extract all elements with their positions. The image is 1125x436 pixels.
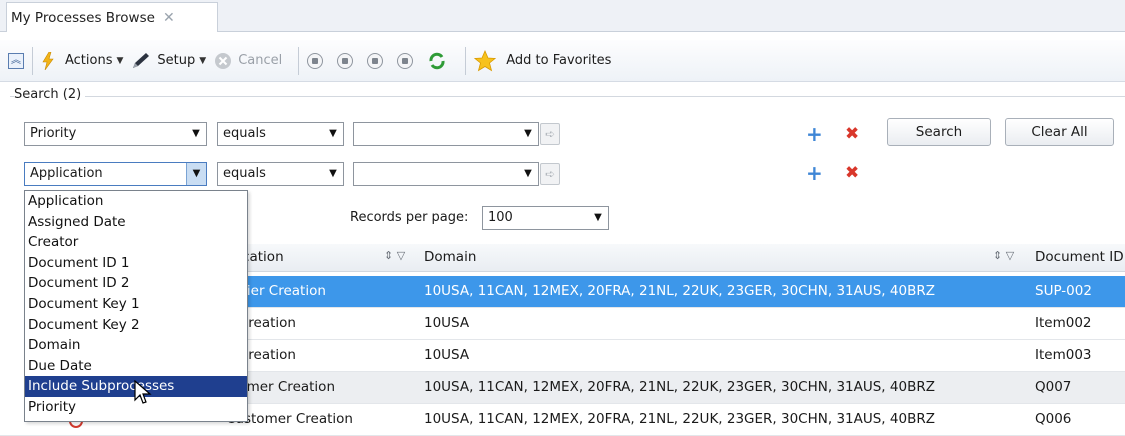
grid-left-margin (0, 190, 24, 430)
star-icon (474, 49, 497, 71)
cancel-button[interactable]: Cancel (214, 52, 282, 70)
chevron-down-icon: ▼ (594, 212, 602, 223)
search-operator-select-2[interactable]: equals ▼ (217, 162, 344, 186)
tab-title: My Processes Browse (11, 9, 155, 26)
cell-domain: 10USA (424, 347, 470, 363)
search-operator-select-1[interactable]: equals ▼ (217, 122, 344, 146)
refresh-icon[interactable] (427, 51, 447, 71)
search-field-select-1[interactable]: Priority ▼ (24, 122, 207, 146)
sort-filter-icon[interactable]: ⇕ ▽ (993, 249, 1014, 262)
setup-menu-button[interactable]: Setup ▼ (131, 52, 206, 70)
toolbar-separator (32, 46, 33, 75)
dropdown-option[interactable]: Application (25, 191, 247, 212)
previous-page-icon[interactable] (337, 52, 354, 69)
search-group-label: Search (2) (14, 87, 86, 102)
toolbar-separator (298, 46, 300, 75)
close-icon[interactable]: ✕ (163, 10, 175, 26)
dropdown-option[interactable]: Domain (25, 335, 247, 356)
actions-menu-button[interactable]: Actions ▼ (41, 51, 124, 70)
cancel-icon (215, 52, 232, 69)
cancel-label: Cancel (238, 53, 283, 68)
tab-my-processes-browse[interactable]: My Processes Browse ✕ (6, 2, 218, 32)
dropdown-option[interactable]: Document Key 1 (25, 294, 247, 315)
collapse-icon[interactable]: ︽ (8, 52, 24, 69)
toolbar-separator (465, 46, 467, 75)
records-per-page-select[interactable]: 100 ▼ (482, 206, 609, 230)
search-button[interactable]: Search (887, 118, 991, 146)
records-per-page-label: Records per page: (350, 210, 469, 225)
column-header-domain[interactable]: Domain (424, 249, 476, 265)
next-page-icon[interactable] (367, 52, 384, 69)
favorites-label: Add to Favorites (506, 53, 612, 68)
cell-domain: 10USA (424, 315, 470, 331)
clear-all-button[interactable]: Clear All (1005, 118, 1114, 146)
actions-label: Actions (65, 53, 113, 68)
remove-criteria-icon[interactable]: ✖ (845, 163, 859, 183)
dropdown-option[interactable]: Assigned Date (25, 212, 247, 233)
add-criteria-icon[interactable]: + (806, 163, 823, 183)
cell-domain: 10USA, 11CAN, 12MEX, 20FRA, 21NL, 22UK, … (424, 283, 935, 299)
column-header-document-id[interactable]: Document ID (1035, 249, 1124, 265)
search-operator-value: equals (223, 126, 266, 141)
dropdown-option[interactable]: Document ID 2 (25, 273, 247, 294)
toolbar: ︽ Actions ▼ Setup ▼ Cancel Add to Favori… (0, 40, 1125, 82)
dropdown-option[interactable]: Document ID 1 (25, 253, 247, 274)
search-value-select-2[interactable]: ▼ (353, 162, 539, 186)
search-operator-value: equals (223, 166, 266, 181)
chevron-down-icon: ▼ (524, 128, 532, 139)
chevron-down-icon: ▼ (186, 163, 206, 185)
chevron-down-icon: ▼ (192, 128, 200, 139)
tab-strip: My Processes Browse ✕ (0, 0, 1125, 32)
sort-filter-icon[interactable]: ⇕ ▽ (384, 249, 405, 262)
dropdown-option[interactable]: Due Date (25, 356, 247, 377)
search-field-select-2[interactable]: Application ▼ (24, 162, 207, 186)
chevron-down-icon: ▼ (329, 168, 337, 179)
search-field-value: Priority (30, 126, 77, 141)
records-per-page-value: 100 (488, 210, 513, 225)
search-group-border (10, 96, 1125, 97)
cell-domain: 10USA, 11CAN, 12MEX, 20FRA, 21NL, 22UK, … (424, 411, 935, 427)
last-page-icon[interactable] (397, 52, 414, 69)
search-field-value: Application (30, 166, 103, 181)
first-page-icon[interactable] (307, 52, 324, 69)
cell-document-id: Q006 (1035, 411, 1072, 427)
cell-document-id: SUP-002 (1035, 283, 1092, 299)
cell-document-id: Item002 (1035, 315, 1092, 331)
remove-criteria-icon[interactable]: ✖ (845, 124, 859, 144)
add-criteria-icon[interactable]: + (806, 124, 823, 144)
dropdown-option[interactable]: Creator (25, 232, 247, 253)
apply-criteria-button[interactable]: ➪ (540, 123, 560, 145)
dropdown-option[interactable]: Document Key 2 (25, 315, 247, 336)
cell-domain: 10USA, 11CAN, 12MEX, 20FRA, 21NL, 22UK, … (424, 379, 935, 395)
mouse-cursor-icon (134, 380, 152, 404)
apply-criteria-button[interactable]: ➪ (540, 163, 560, 185)
add-to-favorites-button[interactable]: Add to Favorites (474, 49, 612, 72)
pen-icon (133, 52, 150, 68)
chevron-down-icon: ▼ (524, 168, 532, 179)
setup-label: Setup (157, 53, 196, 68)
search-value-select-1[interactable]: ▼ (353, 122, 539, 146)
lightning-icon (42, 51, 54, 70)
chevron-down-icon: ▼ (329, 128, 337, 139)
cell-document-id: Item003 (1035, 347, 1092, 363)
chevron-down-icon: ▼ (199, 55, 207, 66)
cell-document-id: Q007 (1035, 379, 1072, 395)
chevron-down-icon: ▼ (116, 55, 124, 66)
